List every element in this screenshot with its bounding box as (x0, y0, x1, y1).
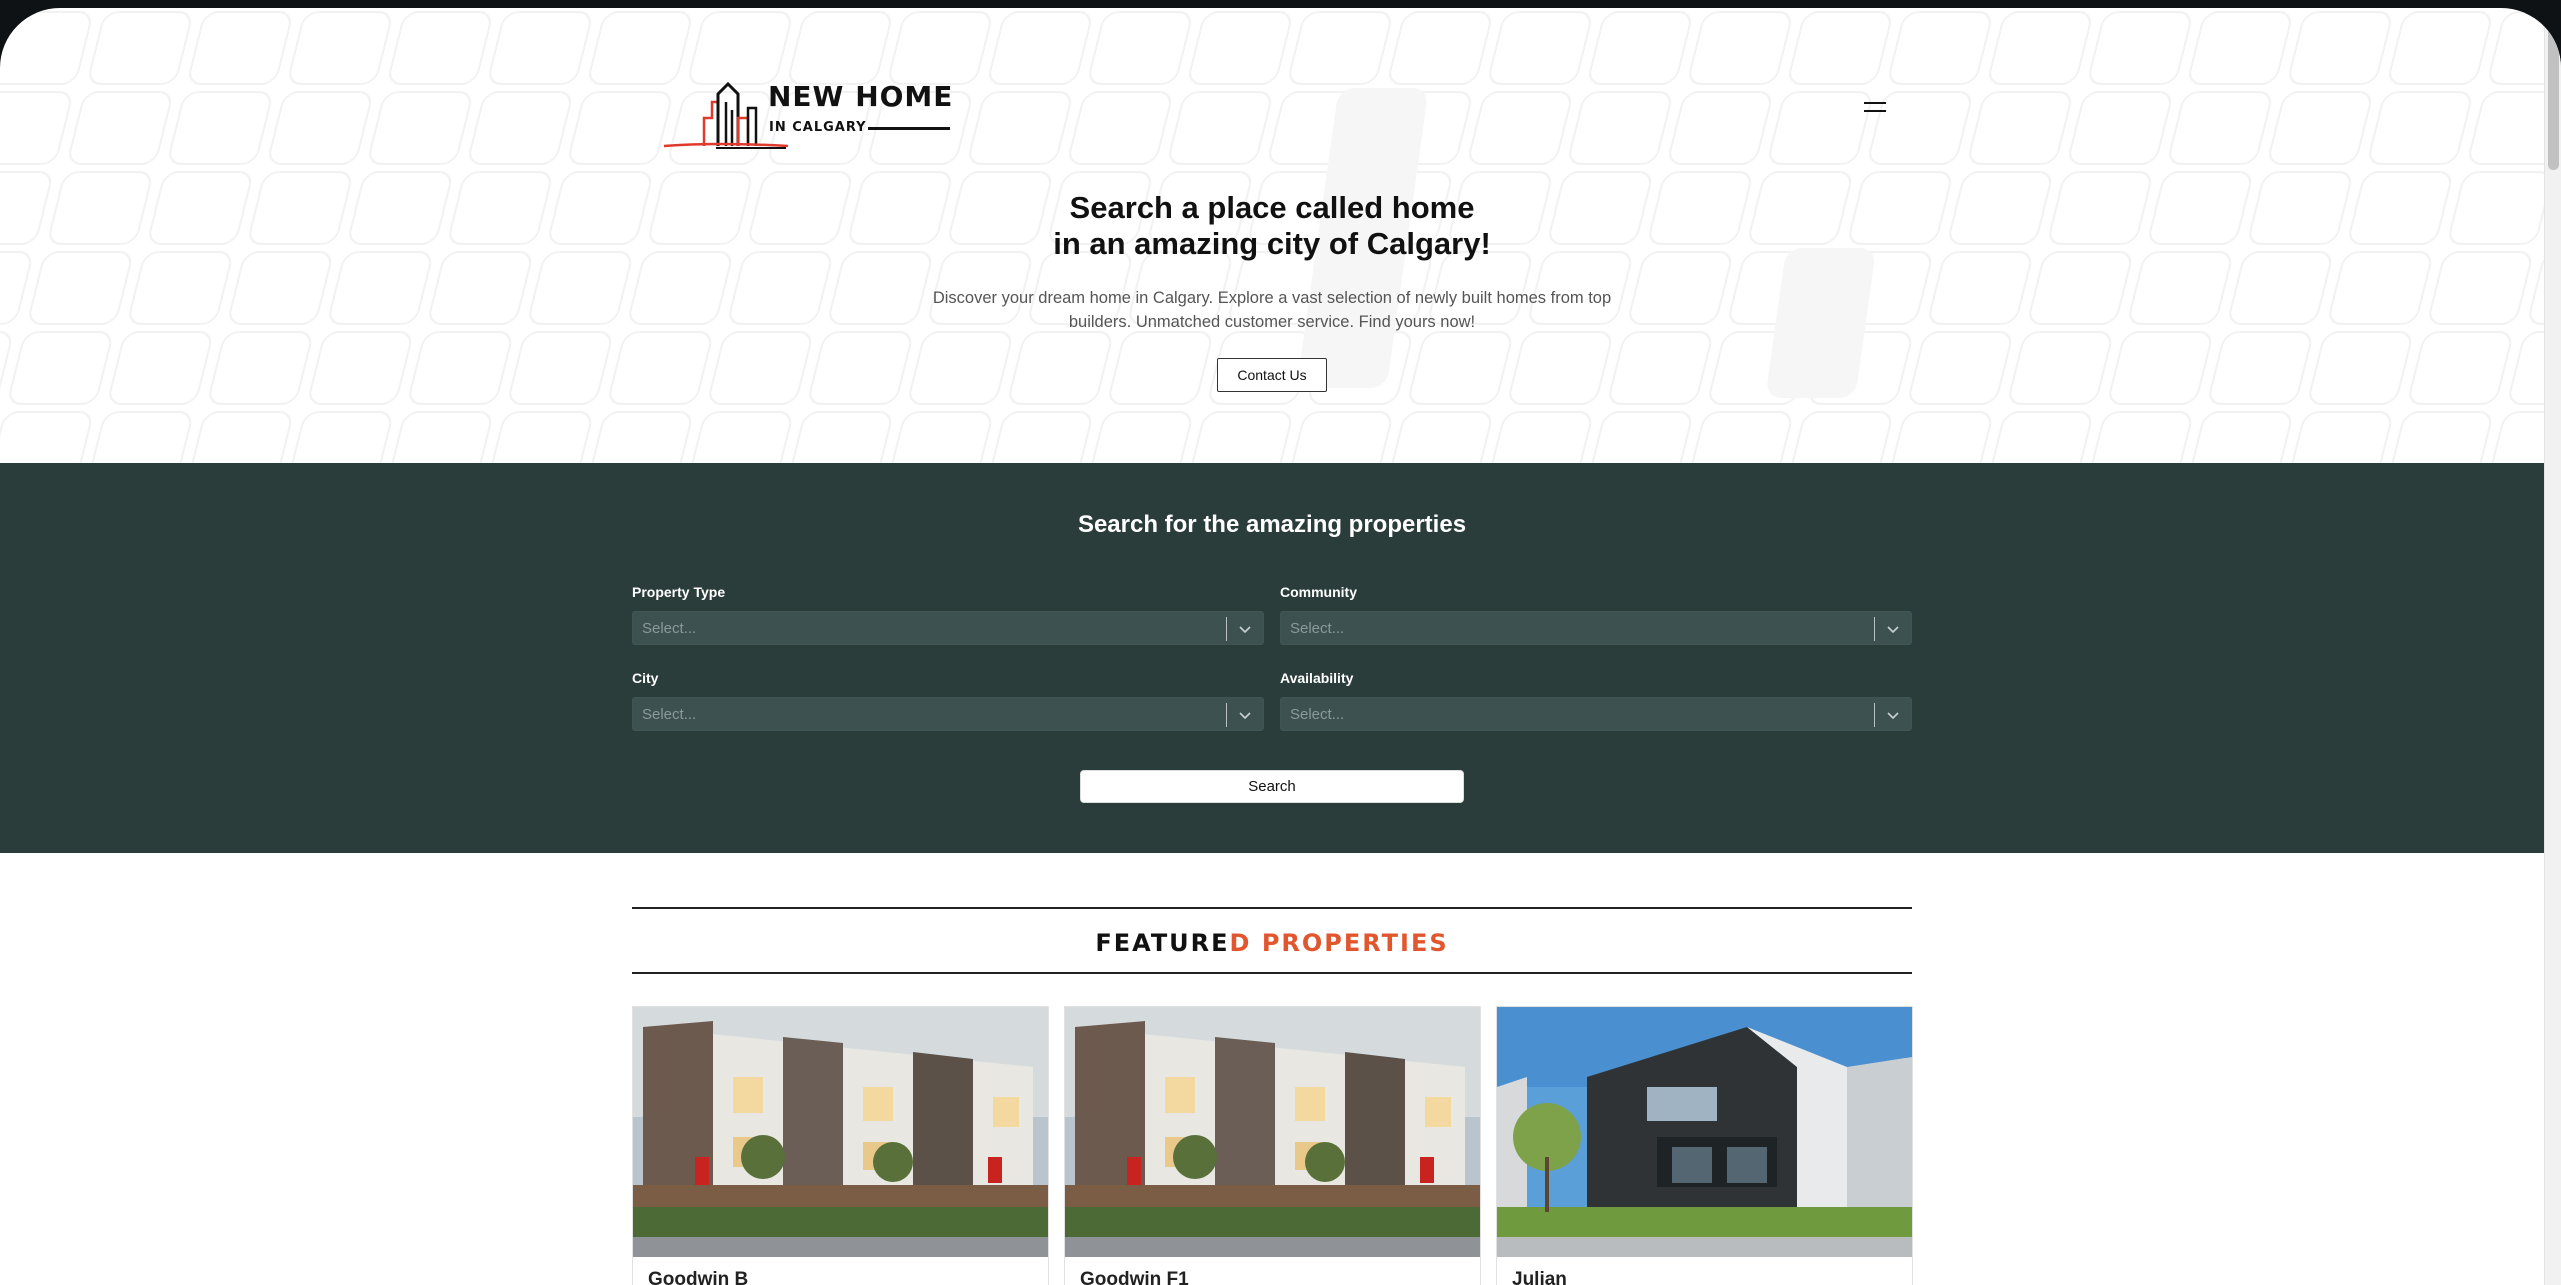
community-label: Community (1280, 584, 1357, 600)
availability-label: Availability (1280, 670, 1354, 686)
chevron-down-icon[interactable] (1885, 621, 1901, 637)
select-placeholder: Select... (642, 706, 697, 723)
chevron-down-icon[interactable] (1237, 621, 1253, 637)
property-image[interactable] (1497, 1007, 1912, 1257)
select-placeholder: Select... (1290, 620, 1345, 637)
select-placeholder: Select... (642, 620, 697, 637)
property-card[interactable]: Goodwin B (632, 1006, 1049, 1285)
property-card[interactable]: Goodwin F1 (1064, 1006, 1481, 1285)
hero-title-line2: in an amazing city of Calgary! (1053, 226, 1491, 261)
featured-title: FEATURED PROPERTIES (772, 929, 1772, 957)
property-card[interactable]: Julian (1496, 1006, 1913, 1285)
chevron-down-icon[interactable] (1237, 707, 1253, 723)
community-field: Community Select... (1280, 584, 1912, 645)
divider (632, 972, 1912, 974)
property-type-field: Property Type Select... (632, 584, 1264, 645)
select-placeholder: Select... (1290, 706, 1345, 723)
contact-us-button[interactable]: Contact Us (1217, 358, 1327, 392)
select-separator (1226, 617, 1227, 641)
property-image[interactable] (1065, 1007, 1480, 1257)
scrollbar-thumb[interactable] (2548, 20, 2559, 170)
featured-title-part2: D PROPERTIES (1229, 929, 1449, 957)
divider (632, 907, 1912, 909)
hero-title: Search a place called home in an amazing… (772, 190, 1772, 262)
featured-properties-section: FEATURED PROPERTIES Goodwin B Goodwin F1… (0, 853, 2544, 1285)
availability-field: Availability Select... (1280, 670, 1912, 731)
property-name[interactable]: Goodwin F1 (1080, 1269, 1189, 1285)
hero-description-line2: builders. Unmatched customer service. Fi… (1068, 313, 1476, 331)
chevron-down-icon[interactable] (1885, 707, 1901, 723)
browser-viewport: NEW HOME IN CALGARY Search a place calle… (0, 8, 2561, 1285)
property-search-section: Search for the amazing properties Proper… (0, 463, 2544, 853)
hero-title-line1: Search a place called home (1069, 190, 1475, 225)
select-separator (1874, 617, 1875, 641)
city-field: City Select... (632, 670, 1264, 731)
property-type-select[interactable]: Select... (632, 611, 1264, 645)
city-select[interactable]: Select... (632, 697, 1264, 731)
property-name[interactable]: Julian (1512, 1269, 1567, 1285)
availability-select[interactable]: Select... (1280, 697, 1912, 731)
property-image[interactable] (633, 1007, 1048, 1257)
hero-section: Search a place called home in an amazing… (0, 8, 2544, 463)
property-type-label: Property Type (632, 584, 726, 600)
search-button[interactable]: Search (1080, 770, 1464, 803)
city-label: City (632, 670, 659, 686)
page-scrollbar[interactable] (2544, 8, 2561, 1285)
featured-title-part1: FEATURE (1095, 929, 1230, 957)
select-separator (1874, 703, 1875, 727)
community-select[interactable]: Select... (1280, 611, 1912, 645)
select-separator (1226, 703, 1227, 727)
search-title: Search for the amazing properties (1077, 511, 1467, 538)
property-name[interactable]: Goodwin B (648, 1269, 748, 1285)
hero-description-line1: Discover your dream home in Calgary. Exp… (932, 289, 1612, 307)
hero-description: Discover your dream home in Calgary. Exp… (862, 286, 1682, 334)
